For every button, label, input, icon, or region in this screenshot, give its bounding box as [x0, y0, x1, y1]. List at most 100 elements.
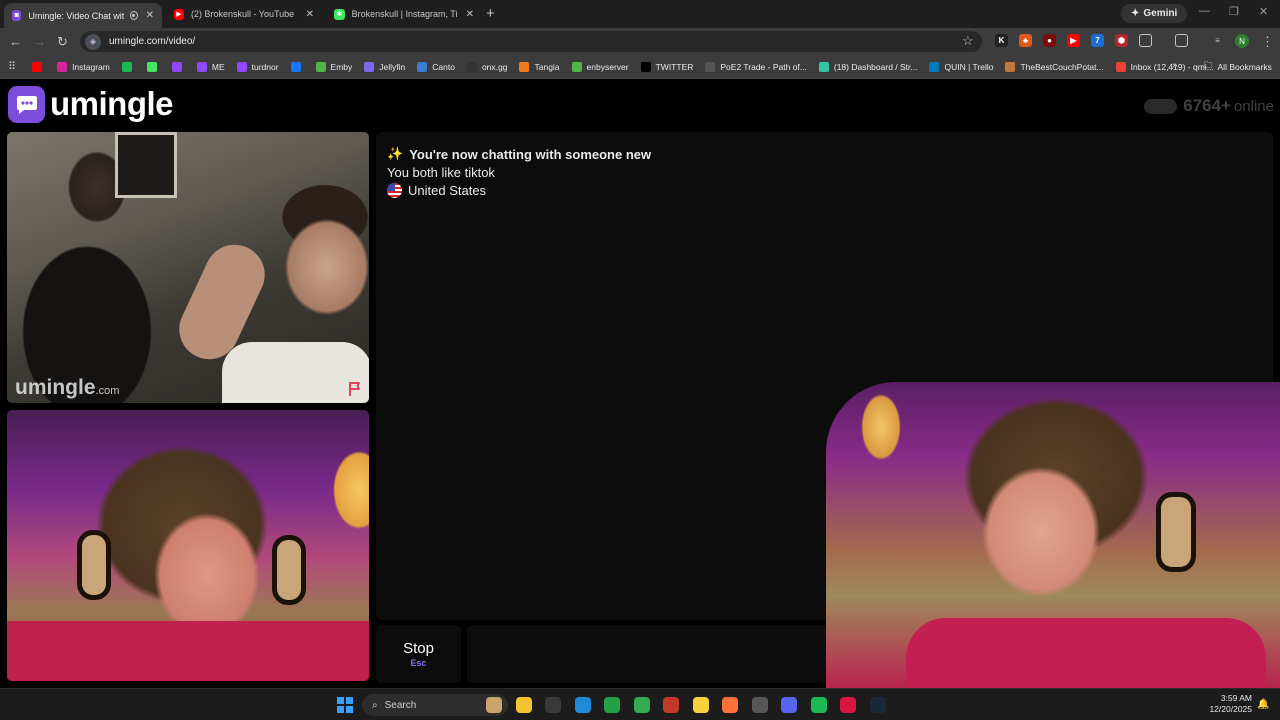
floating-self-preview[interactable] — [826, 382, 1280, 688]
record-extension-icon[interactable]: ● — [1043, 34, 1056, 47]
youtube-icon — [32, 61, 43, 72]
headphone-left — [77, 530, 111, 600]
widgets-icon[interactable] — [486, 697, 502, 713]
all-bookmarks-label: All Bookmarks — [1217, 62, 1272, 72]
file-explorer-icon[interactable] — [516, 697, 532, 713]
steam-icon[interactable] — [870, 697, 886, 713]
maximize-button[interactable]: ❐ — [1229, 5, 1239, 18]
firefox-icon[interactable] — [722, 697, 738, 713]
extensions-puzzle-icon[interactable] — [1139, 34, 1152, 47]
close-icon[interactable]: ✕ — [466, 9, 474, 20]
new-tab-button[interactable]: + — [486, 5, 495, 22]
message-text: You're now chatting with someone new — [409, 146, 652, 162]
bookmark-item[interactable]: TheBestCouchPotat... — [1005, 61, 1104, 72]
profile-avatar[interactable]: N — [1235, 34, 1249, 48]
bookmark-item[interactable]: turdnor — [236, 61, 279, 72]
tangia-icon — [519, 61, 530, 72]
close-icon[interactable]: ✕ — [306, 9, 314, 20]
bookmark-item[interactable]: Tangia — [519, 61, 560, 72]
close-icon[interactable]: ✕ — [146, 10, 154, 21]
twitch-icon — [196, 61, 207, 72]
sparkles-icon: ✨ — [387, 146, 404, 161]
bookmark-label: TheBestCouchPotat... — [1020, 61, 1104, 72]
tab-youtube[interactable]: ▶ (2) Brokenskull - YouTube ✕ — [166, 3, 322, 25]
red-extension-icon[interactable]: ⬢ — [1115, 34, 1128, 47]
stop-shortcut: Esc — [410, 658, 427, 668]
obs-icon[interactable] — [545, 697, 561, 713]
windows-taskbar: ⌕ Search 3:59 AM 12/20/2025 🔔 — [0, 688, 1280, 720]
bookmark-item[interactable]: ME — [196, 61, 225, 72]
back-button[interactable]: ← — [9, 34, 22, 49]
k-extension-icon[interactable]: K — [995, 34, 1008, 47]
report-flag-icon[interactable] — [347, 381, 363, 397]
bookmark-item[interactable]: QUIN | Trello — [929, 61, 993, 72]
canto-icon — [417, 61, 428, 72]
menu-kebab-icon[interactable]: ⋮ — [1261, 34, 1274, 50]
sparkle-icon: ✦ — [1131, 8, 1140, 19]
all-bookmarks-button[interactable]: 🗀 All Bookmarks — [1204, 60, 1272, 74]
bookmark-item[interactable]: (18) Dashboard / Str... — [818, 61, 918, 72]
media-player-icon[interactable] — [604, 697, 620, 713]
bookmark-item[interactable] — [146, 61, 162, 72]
bookmark-item[interactable]: Instagram — [57, 61, 110, 72]
spotify-icon — [121, 61, 132, 72]
bookmark-item[interactable] — [171, 61, 187, 72]
address-bar[interactable]: ◈ umingle.com/video/ — [80, 31, 982, 52]
chat-bubble-icon — [8, 85, 45, 123]
gemini-label: Gemini — [1143, 8, 1178, 19]
bookmark-item[interactable]: Inbox (12,419) - qmi... — [1115, 61, 1214, 72]
stop-button[interactable]: Stop Esc — [376, 625, 461, 683]
twitch-icon — [171, 61, 182, 72]
spotify-icon[interactable] — [811, 697, 827, 713]
bookmark-item[interactable]: enbyserver — [571, 61, 629, 72]
bookmark-label: ME — [211, 61, 225, 72]
sticky-notes-icon[interactable] — [693, 697, 709, 713]
facebook-icon — [290, 61, 301, 72]
bookmark-star-icon[interactable]: ☆ — [962, 33, 974, 49]
edge-icon[interactable] — [575, 697, 591, 713]
bookmark-item[interactable] — [32, 61, 47, 72]
minimize-button[interactable]: — — [1199, 5, 1210, 17]
onx-icon — [466, 61, 477, 72]
bookmark-label: Tangia — [534, 61, 560, 72]
site-info-icon[interactable]: ◈ — [85, 33, 101, 50]
bookmark-item[interactable]: onx.gg — [466, 61, 507, 72]
chrome-icon[interactable] — [634, 697, 650, 713]
forward-button[interactable]: → — [33, 34, 46, 49]
umingle-watermark: umingle.com — [15, 376, 120, 399]
online-toggle[interactable] — [1144, 98, 1178, 114]
online-count: 6764+ — [1183, 96, 1231, 115]
bookmark-item[interactable] — [290, 61, 306, 72]
bookmark-item[interactable] — [121, 61, 137, 72]
bookmark-label: PoE2 Trade - Path of... — [720, 61, 807, 72]
fox-extension-icon[interactable]: ♣ — [1019, 34, 1032, 47]
bookmark-label: (18) Dashboard / Str... — [833, 61, 918, 72]
bookmark-item[interactable]: Canto — [417, 61, 455, 72]
bookmarks-overflow-icon[interactable]: » — [1172, 60, 1178, 71]
linktree-icon: ✱ — [334, 8, 345, 20]
tab-umingle[interactable]: ◙ Umingle: Video Chat with St ✕ — [4, 3, 162, 28]
bookmark-item[interactable]: Emby — [315, 61, 352, 72]
bookmark-item[interactable]: TWITTER — [640, 61, 693, 72]
windows-start-icon[interactable] — [337, 697, 353, 713]
gemini-button[interactable]: ✦ Gemini — [1121, 4, 1188, 23]
bookmark-label: enbyserver — [586, 61, 629, 72]
taskbar-clock[interactable]: 3:59 AM 12/20/2025 — [1204, 693, 1252, 715]
site-logo[interactable]: umingle — [8, 85, 174, 123]
app-red-icon[interactable] — [840, 697, 856, 713]
app-icon[interactable] — [752, 697, 768, 713]
discord-icon[interactable] — [781, 697, 797, 713]
media-controls-icon[interactable]: ≡ — [1211, 34, 1224, 47]
bookmark-item[interactable]: Jellyfin — [364, 61, 405, 72]
youtube-extension-icon[interactable]: ▶ — [1067, 34, 1080, 47]
browser-toolbar: ← → ↻ ◈ umingle.com/video/ ☆ K ♣ ● ▶ 7 ⬢… — [0, 28, 1280, 55]
window-close-button[interactable]: ✕ — [1259, 5, 1268, 18]
reload-button[interactable]: ↻ — [57, 34, 68, 50]
notification-bell-icon[interactable]: 🔔 — [1257, 699, 1269, 710]
tab-instagram-linktree[interactable]: ✱ Brokenskull | Instagram, TikTok, ✕ — [326, 3, 482, 25]
bookmark-item[interactable]: PoE2 Trade - Path of... — [705, 61, 807, 72]
side-panel-icon[interactable] — [1175, 34, 1188, 47]
apps-grid-icon[interactable]: ⠿ — [8, 60, 16, 73]
7tv-extension-icon[interactable]: 7 — [1091, 34, 1104, 47]
game-icon[interactable] — [663, 697, 679, 713]
